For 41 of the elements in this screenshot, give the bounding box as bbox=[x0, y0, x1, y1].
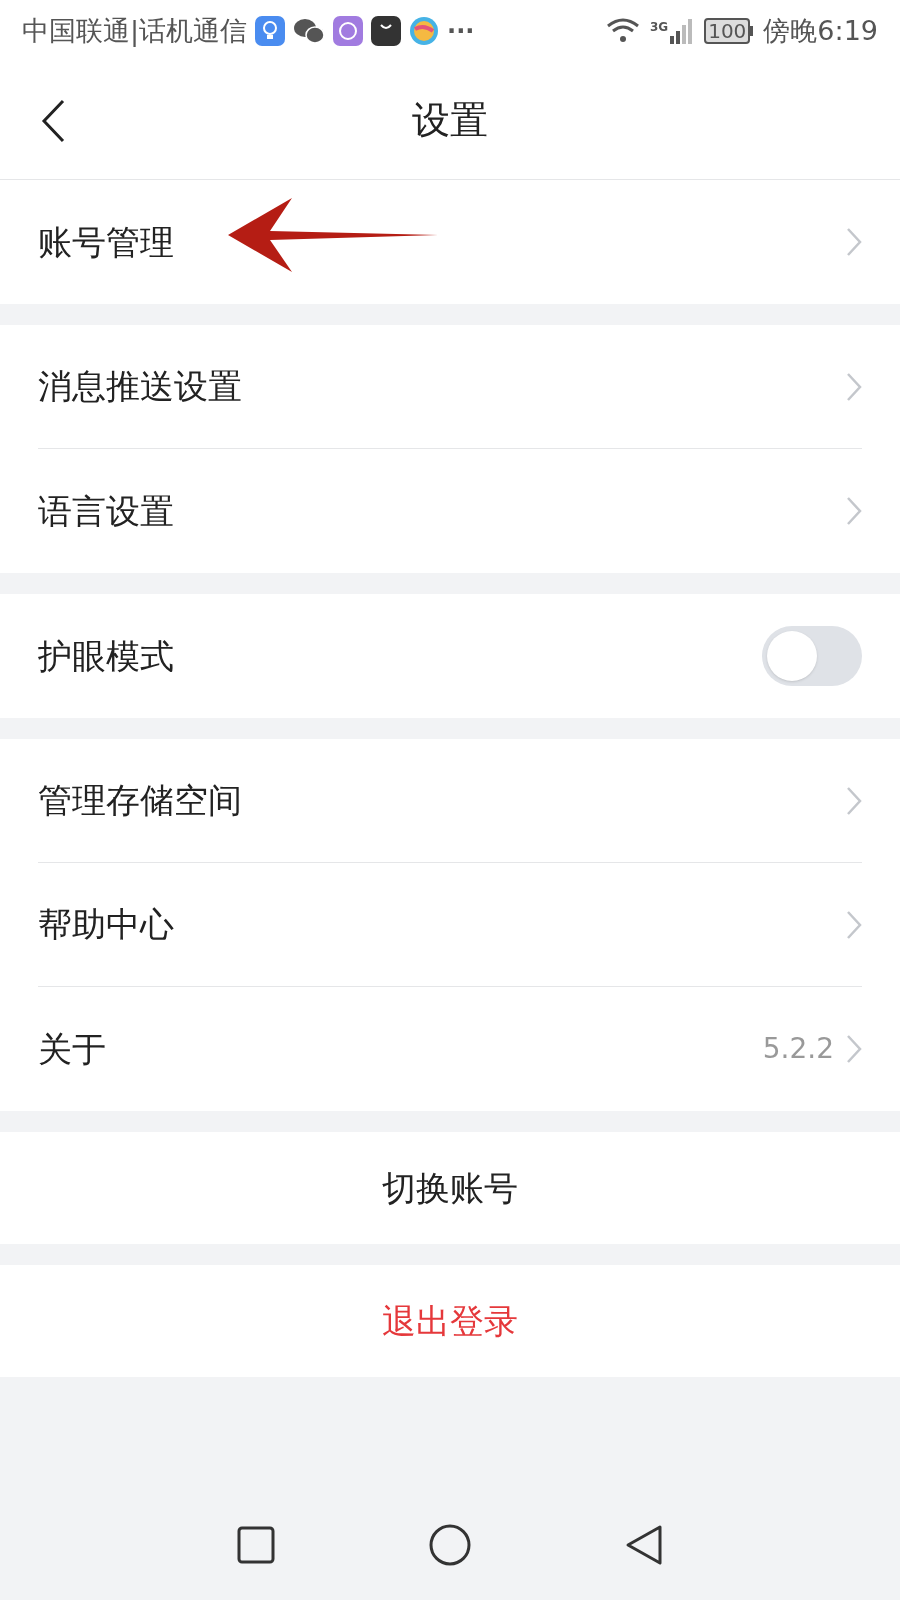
switch-account-button[interactable]: 切换账号 bbox=[0, 1132, 900, 1244]
carrier-text: 中国联通|话机通信 bbox=[22, 13, 248, 49]
home-icon[interactable] bbox=[429, 1524, 471, 1566]
signal-icon bbox=[670, 18, 695, 44]
network-type-text: 3G bbox=[649, 19, 669, 36]
page-title: 设置 bbox=[412, 97, 488, 144]
chevron-right-icon bbox=[846, 496, 862, 526]
bag-app-icon bbox=[371, 16, 402, 46]
settings-row[interactable]: 管理存储空间 bbox=[38, 739, 862, 863]
toggle-switch[interactable] bbox=[762, 626, 862, 686]
more-notifications-text: ··· bbox=[447, 16, 475, 47]
settings-row[interactable]: 语言设置 bbox=[38, 449, 862, 573]
recent-apps-icon[interactable] bbox=[237, 1526, 275, 1564]
browser-app-icon bbox=[333, 16, 364, 46]
chat-app-icon bbox=[293, 17, 326, 45]
chevron-right-icon bbox=[846, 371, 862, 402]
battery-level-text: 100 bbox=[704, 18, 751, 44]
chevron-right-icon bbox=[846, 1034, 862, 1064]
version-text: 5.2.2 bbox=[762, 1031, 834, 1067]
row-label: 帮助中心 bbox=[38, 903, 174, 946]
settings-row[interactable]: 关于 5.2.2 bbox=[38, 987, 862, 1111]
row-label: 管理存储空间 bbox=[38, 779, 242, 822]
settings-row[interactable]: 帮助中心 bbox=[38, 863, 862, 987]
ball-app-icon bbox=[409, 16, 440, 46]
row-label: 护眼模式 bbox=[38, 634, 174, 678]
chevron-right-icon bbox=[846, 909, 862, 940]
row-label: 消息推送设置 bbox=[38, 365, 242, 408]
back-icon[interactable] bbox=[40, 98, 66, 143]
wifi-icon bbox=[605, 17, 640, 45]
lightbulb-app-icon bbox=[255, 16, 286, 46]
settings-row[interactable]: 护眼模式 bbox=[38, 594, 862, 718]
logout-button[interactable]: 退出登录 bbox=[0, 1265, 900, 1377]
row-label: 关于 bbox=[38, 1027, 106, 1071]
settings-row[interactable]: 账号管理 bbox=[38, 180, 862, 304]
chevron-right-icon bbox=[846, 785, 862, 816]
chevron-right-icon bbox=[846, 227, 862, 257]
row-label: 语言设置 bbox=[38, 489, 174, 533]
settings-row[interactable]: 消息推送设置 bbox=[38, 325, 862, 449]
time-text: 傍晚6:19 bbox=[763, 13, 878, 48]
row-label: 账号管理 bbox=[38, 220, 174, 264]
back-nav-icon[interactable] bbox=[625, 1524, 663, 1566]
